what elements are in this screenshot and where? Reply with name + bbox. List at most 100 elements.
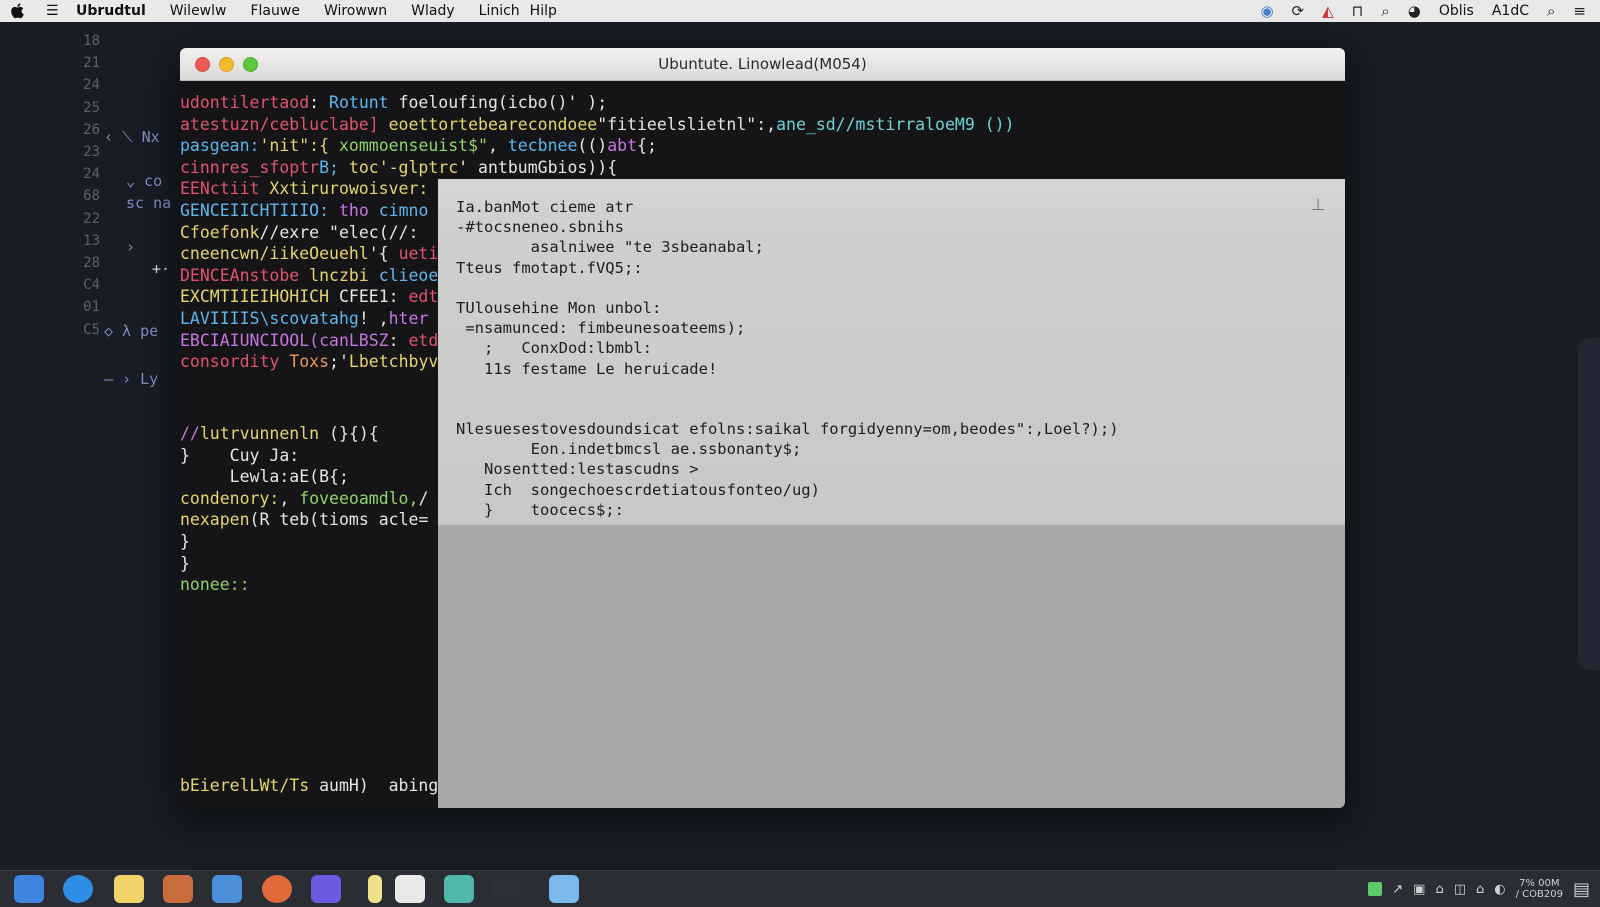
pen-icon[interactable]: ↗ — [1392, 882, 1403, 897]
chrome-icon[interactable] — [262, 875, 292, 903]
gp-icon[interactable]: ⊓ — [1352, 2, 1364, 20]
chevron-right-icon[interactable]: ‒ › — [104, 370, 140, 388]
line-number: 13 — [83, 232, 100, 249]
code-token: nexapen — [180, 510, 250, 530]
code-token: GENCEIICHTIIIO: — [180, 200, 339, 220]
chat-icon[interactable] — [549, 875, 579, 903]
overlay-text-line: TUlousehine Mon unbol: — [456, 298, 662, 317]
notes-icon[interactable] — [114, 875, 144, 903]
notification-icon[interactable]: ▤ — [1573, 879, 1590, 900]
code-token: Lbetchbyvi — [348, 352, 449, 372]
outline-label[interactable]: Ly — [140, 370, 158, 388]
app-icon[interactable] — [311, 875, 341, 903]
brightness-icon[interactable]: ◐ — [1494, 882, 1505, 897]
menu-item-wlady[interactable]: Wlady — [411, 3, 454, 19]
outline-label[interactable]: pe — [140, 322, 158, 340]
code-token: udontilertaod — [180, 93, 310, 112]
photos-icon[interactable] — [163, 875, 193, 903]
chevron-right-icon[interactable]: › — [126, 238, 135, 256]
battery-icon[interactable]: ▣ — [1413, 882, 1425, 897]
code-line[interactable]: cinnres_sfoptrB; toc'-glptrc' antbumGbio… — [180, 157, 1345, 179]
overlay-text-line: Nlesuesestovesdoundsicat efolns:saikal f… — [456, 420, 1119, 439]
chevron-down-icon[interactable]: ⌄ — [126, 172, 144, 190]
airplay-icon[interactable]: ◭ — [1322, 2, 1334, 20]
code-line[interactable]: nonee:: — [180, 574, 458, 596]
line-number: 22 — [83, 210, 100, 227]
outline-label[interactable]: co — [144, 172, 162, 190]
safari-icon[interactable]: ◉ — [1260, 2, 1273, 20]
code-line[interactable]: bEierelLWt/Ts aumH) abing — [180, 776, 438, 795]
code-token: , — [487, 136, 508, 156]
status-indicator-icon[interactable] — [1368, 882, 1383, 896]
code-line[interactable]: //lutrvunnenln (}{){ — [180, 423, 458, 445]
line-number: 01 — [83, 299, 100, 316]
outline-label[interactable]: sc na — [126, 194, 171, 212]
code-line[interactable]: Lewla:aE(B{; — [180, 466, 458, 488]
overlay-text-line: Ich songechoescrdetiatousfonteo/ug) — [456, 480, 820, 499]
code-token: EXCMTIIEIHOHICH — [180, 287, 339, 307]
list-icon[interactable]: ≡ — [1573, 2, 1586, 20]
search-icon[interactable]: ⌕ — [1381, 2, 1389, 20]
scrollbar-thumb[interactable] — [1578, 338, 1600, 670]
code-token: foeloufing(icbo()' ); — [398, 93, 608, 112]
search-icon[interactable]: ⌕ — [1547, 2, 1555, 20]
calendar-icon[interactable] — [395, 875, 425, 903]
pin-icon[interactable]: ⊥ — [1311, 195, 1325, 214]
control-center-icon[interactable]: ◕ — [1408, 2, 1421, 20]
code-line[interactable]: nexapen(R teb(tioms acle= — [180, 509, 458, 531]
volume-icon[interactable]: ◫ — [1454, 882, 1466, 897]
menu-item-flauwe[interactable]: Flauwe — [250, 3, 299, 19]
code-token: : — [309, 93, 330, 112]
status-text-oblis[interactable]: Oblis — [1439, 3, 1474, 19]
terminal-icon[interactable] — [492, 875, 522, 903]
maps-icon[interactable] — [444, 875, 474, 903]
overlay-text-line: } toocecs$;: — [456, 500, 624, 519]
menu-item-wirowwn[interactable]: Wirowwn — [324, 3, 387, 19]
code-line[interactable]: } — [180, 553, 458, 575]
code-token: Xxtirurowoisver: — [269, 179, 429, 199]
status-text-a1dc[interactable]: A1dC — [1492, 3, 1529, 19]
code-token: // — [180, 424, 200, 443]
code-token: xommoenseuist$" — [338, 136, 488, 156]
network-icon[interactable]: ⌂ — [1476, 882, 1484, 897]
code-token: 'nit":{ — [259, 136, 339, 156]
code-area-lower[interactable]: //lutrvunnenln (}{){} Cuy Ja: Lewla:aE(B… — [180, 423, 458, 596]
line-number: 26 — [83, 121, 100, 138]
menu-item-ubrudtul[interactable]: Ubrudtul — [76, 3, 146, 19]
code-token: hter — [388, 308, 429, 328]
code-line[interactable]: atestuzn/cebluclabe] eoettortebearecondo… — [180, 114, 1345, 136]
code-line[interactable]: } Cuy Ja: — [180, 445, 458, 467]
code-token: } — [180, 531, 190, 551]
code-line[interactable]: condenory:, foveeoamdlo,/ 1( — [180, 488, 458, 510]
code-token: ' antbumGbios)) — [458, 157, 608, 177]
wifi-icon[interactable]: ⌂ — [1435, 882, 1443, 897]
code-token: ! , — [358, 308, 389, 328]
code-token: : — [388, 287, 409, 307]
code-token: '{ — [368, 244, 399, 264]
safari-icon[interactable] — [63, 875, 93, 903]
outline-label[interactable]: Nx — [142, 128, 160, 146]
code-token: tecbnee — [507, 136, 578, 156]
code-token: } Cuy Ja: — [180, 445, 300, 465]
code-line[interactable]: pasgean:'nit":{ xommoenseuist$", tecbnee… — [180, 135, 1345, 157]
sync-icon[interactable]: ⟳ — [1292, 2, 1305, 20]
chevron-icon[interactable]: ‹ ⟍ — [104, 128, 142, 146]
list-menu-icon[interactable]: ☰ — [46, 3, 62, 19]
apple-icon[interactable] — [10, 2, 28, 20]
document-icon[interactable] — [368, 875, 382, 903]
code-line[interactable]: } — [180, 531, 458, 553]
files-icon[interactable] — [212, 875, 242, 903]
menu-item-wilewlw[interactable]: Wilewlw — [170, 3, 227, 19]
clock[interactable]: 7% 00M / COB209 — [1516, 878, 1563, 900]
code-line[interactable]: udontilertaod: Rotunt foeloufing(icbo()'… — [180, 92, 1345, 114]
diamond-icon[interactable]: ◇ λ — [104, 322, 140, 340]
overlay-text-line: Nosentted:lestascudns > — [456, 460, 699, 479]
menu-item-linich[interactable]: Linich — [479, 3, 520, 19]
title-bar[interactable]: Ubuntute. Linowlead(M054) — [180, 48, 1345, 81]
add-icon[interactable]: +· — [152, 260, 170, 278]
code-token: Cfoefonk — [180, 222, 260, 242]
menu-item-help[interactable]: Hilp — [530, 3, 557, 19]
code-token: ;' — [329, 352, 349, 372]
overlay-text-line: Ia.banMot cieme atr — [456, 198, 634, 216]
finder-icon[interactable] — [14, 875, 44, 903]
